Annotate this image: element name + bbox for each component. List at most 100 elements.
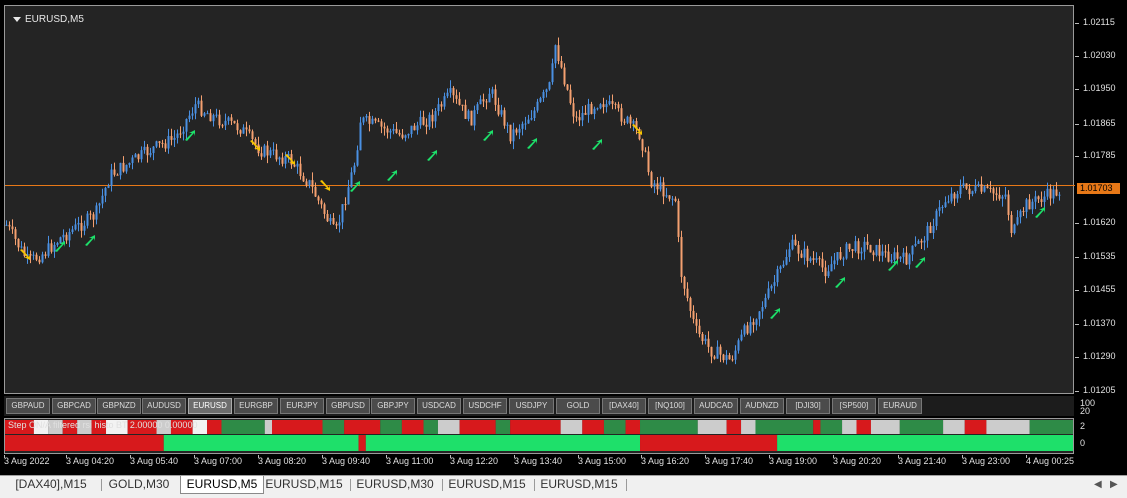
symbol-button-gold[interactable]: GOLD: [556, 398, 600, 414]
symbol-button-usdjpy[interactable]: USDJPY: [509, 398, 554, 414]
candle-body: [350, 172, 353, 188]
candle-body: [794, 239, 797, 245]
indicator-top-bar: [856, 420, 871, 434]
symbol-button-gbpaud[interactable]: GBPAUD: [6, 398, 50, 414]
candle-body: [32, 254, 35, 256]
candle-body: [80, 222, 83, 231]
candle-body: [473, 110, 476, 126]
candle-body: [923, 240, 926, 243]
symbol-button-eurusd[interactable]: EURUSD: [188, 398, 232, 414]
symbol-button-audcad[interactable]: AUDCAD: [694, 398, 738, 414]
candle-body: [683, 276, 686, 289]
candle-body: [731, 359, 734, 361]
symbol-button-sp500[interactable]: [SP500]: [832, 398, 876, 414]
indicator-top-bar: [322, 420, 345, 434]
candle-body: [278, 157, 281, 160]
candle-body: [161, 142, 164, 144]
symbol-button-usdchf[interactable]: USDCHF: [463, 398, 507, 414]
indicator-top-bar: [986, 420, 1030, 434]
candle-body: [227, 117, 230, 121]
candle-body: [842, 258, 845, 260]
candle-body: [587, 103, 590, 115]
tab-eurusd-m5[interactable]: EURUSD,M5: [180, 476, 264, 494]
symbol-button-gbpjpy[interactable]: GBPJPY: [371, 398, 415, 414]
symbol-button-usdcad[interactable]: USDCAD: [417, 398, 461, 414]
indicator-scale-20: 20: [1080, 406, 1091, 416]
candle-body: [515, 129, 518, 133]
indicator-top-bar: [510, 420, 561, 434]
symbol-button-euraud[interactable]: EURAUD: [878, 398, 922, 414]
candle-body: [128, 162, 131, 165]
symbol-button-eurjpy[interactable]: EURJPY: [280, 398, 324, 414]
candle-body: [644, 150, 647, 152]
candle-body: [680, 236, 683, 277]
symbol-button-gbpnzd[interactable]: GBPNZD: [97, 398, 141, 414]
candle-body: [233, 120, 236, 124]
candle-body: [275, 149, 278, 160]
tab-scroll-left-icon[interactable]: ◀: [1094, 479, 1102, 490]
candle-body: [485, 101, 488, 103]
symbol-button-dji30[interactable]: [DJI30]: [786, 398, 830, 414]
candle-body: [464, 104, 467, 119]
candle-body: [815, 258, 818, 260]
price-label: 1.02030: [1083, 50, 1116, 60]
tab-separator: [350, 479, 351, 491]
candle-body: [107, 185, 110, 188]
tab-eurusd-m30[interactable]: EURUSD,M30: [352, 476, 438, 493]
candle-body: [518, 128, 521, 133]
candle-body: [62, 234, 65, 238]
candle-body: [224, 120, 227, 126]
candle-body: [1019, 211, 1022, 218]
time-tick: [450, 455, 451, 458]
buy-signal-arrow-icon: [387, 170, 397, 181]
candle-body: [470, 110, 473, 126]
tab-eurusd-m15[interactable]: EURUSD,M15: [536, 476, 622, 493]
time-tick: [386, 455, 387, 458]
candle-body: [338, 222, 341, 226]
candle-body: [620, 108, 623, 122]
candle-body: [521, 123, 524, 129]
candle-body: [776, 269, 779, 283]
candle-body: [980, 184, 983, 192]
candle-body: [698, 325, 701, 334]
indicator-top-bar: [582, 420, 604, 434]
candle-body: [962, 183, 965, 187]
candle-body: [623, 121, 626, 123]
tab-gold-m30[interactable]: GOLD,M30: [103, 476, 175, 493]
candle-body: [359, 122, 362, 151]
candle-body: [455, 95, 458, 99]
symbol-button-gbpusd[interactable]: GBPUSD: [326, 398, 370, 414]
time-tick: [898, 455, 899, 458]
tab--dax40--m15[interactable]: [DAX40],M15: [5, 476, 97, 493]
candle-body: [47, 243, 50, 256]
candle-body: [305, 181, 308, 186]
candle-body: [269, 150, 272, 156]
tab-eurusd-m15[interactable]: EURUSD,M15: [262, 476, 346, 493]
candle-body: [176, 133, 179, 138]
candle-body: [410, 125, 413, 135]
candle-body: [242, 127, 245, 134]
candle-body: [92, 214, 95, 220]
time-label: 3 Aug 19:00: [769, 456, 818, 466]
candle-body: [113, 169, 116, 175]
candle-body: [236, 123, 239, 131]
price-label: 1.01290: [1083, 351, 1116, 361]
candle-body: [407, 134, 410, 136]
symbol-button-audnzd[interactable]: AUDNZD: [740, 398, 784, 414]
candle-body: [1022, 211, 1025, 213]
candle-body: [41, 254, 44, 263]
symbol-button-gbpcad[interactable]: GBPCAD: [52, 398, 96, 414]
price-tick: [1075, 124, 1079, 125]
symbol-button-dax40[interactable]: [DAX40]: [602, 398, 646, 414]
symbol-button-nq100[interactable]: [NQ100]: [648, 398, 692, 414]
candle-body: [929, 225, 932, 233]
candle-body: [443, 96, 446, 107]
candle-body: [302, 176, 305, 182]
candle-body: [599, 104, 602, 109]
tab-eurusd-m15[interactable]: EURUSD,M15: [444, 476, 530, 493]
tab-scroll-right-icon[interactable]: ▶: [1110, 479, 1118, 490]
candle-body: [329, 218, 332, 222]
symbol-button-eurgbp[interactable]: EURGBP: [234, 398, 278, 414]
indicator-top-bar: [495, 420, 511, 434]
symbol-button-audusd[interactable]: AUDUSD: [142, 398, 186, 414]
